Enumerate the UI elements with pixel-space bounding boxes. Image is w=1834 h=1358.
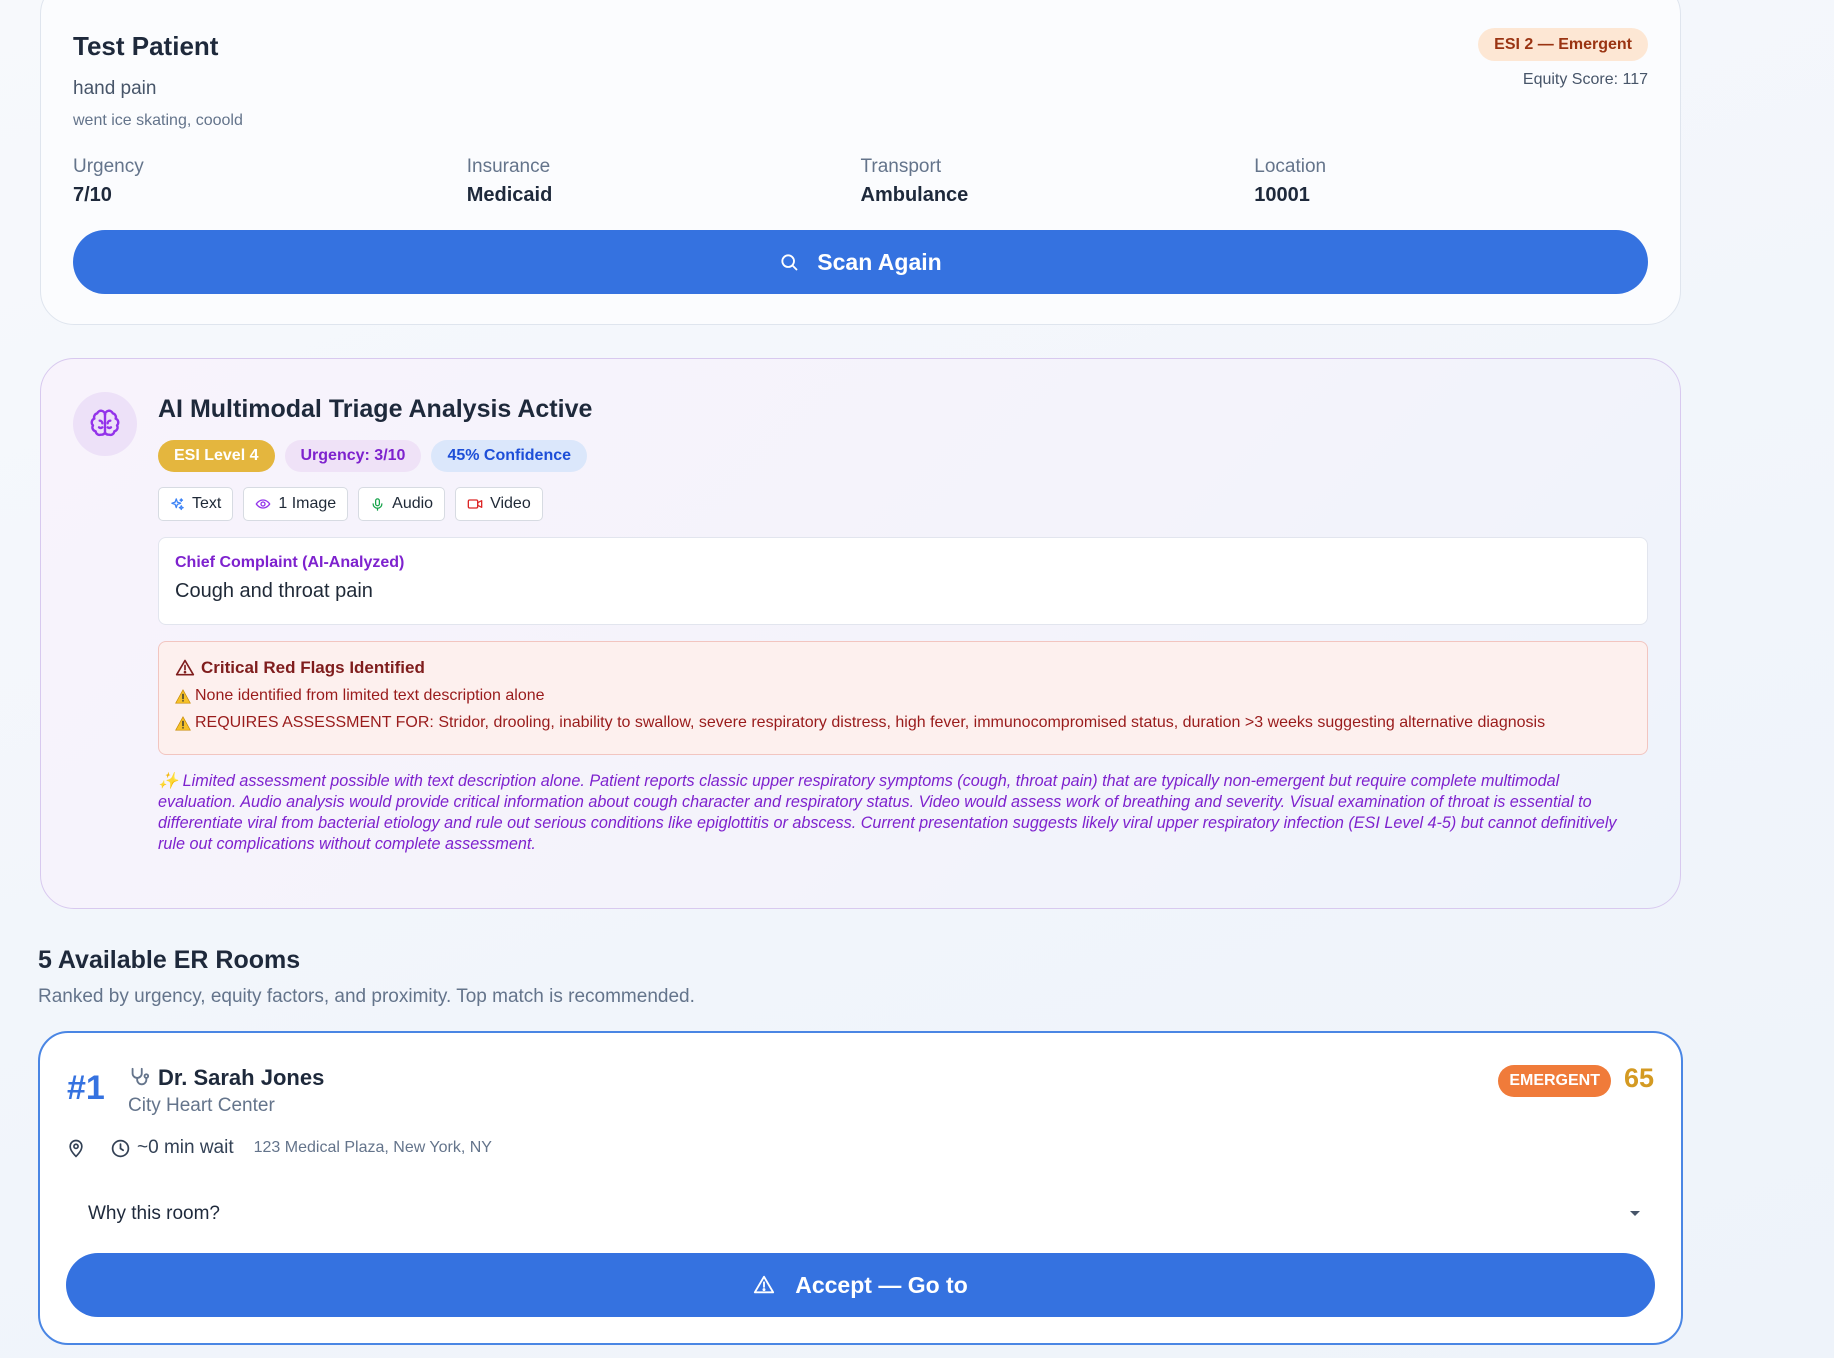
warning-emoji-icon (175, 715, 191, 731)
red-flag-text: REQUIRES ASSESSMENT FOR: Stridor, drooli… (195, 714, 1546, 731)
scan-again-button[interactable]: Scan Again (73, 230, 1648, 294)
eye-icon (255, 496, 271, 512)
page: Test Patient hand pain went ice skating,… (0, 0, 1834, 1358)
alert-triangle-icon (175, 658, 195, 678)
modality-chip-video[interactable]: Video (455, 487, 543, 521)
field-value: 7/10 (73, 184, 112, 206)
scan-again-label: Scan Again (817, 248, 942, 275)
chief-complaint-box: Chief Complaint (AI-Analyzed) Cough and … (158, 537, 1648, 625)
ai-title: AI Multimodal Triage Analysis Active (158, 395, 593, 423)
search-icon (779, 252, 799, 272)
chief-complaint-label: Chief Complaint (AI-Analyzed) (175, 554, 405, 571)
chevron-down-icon (1629, 1210, 1641, 1218)
accept-room-label: Accept — Go to (795, 1271, 968, 1298)
stethoscope-icon (128, 1066, 150, 1088)
field-label: Urgency (73, 156, 144, 177)
modality-chip-image[interactable]: 1 Image (243, 487, 349, 521)
ai-badges: ESI Level 4 Urgency: 3/10 45% Confidence (158, 440, 588, 472)
equity-score: Equity Score: 117 (1522, 71, 1648, 88)
modality-chip-audio[interactable]: Audio (358, 487, 446, 521)
room-doctor: Dr. Sarah Jones (158, 1065, 325, 1090)
room-center: City Heart Center (128, 1095, 275, 1116)
red-flags-title: Critical Red Flags Identified (201, 658, 425, 677)
accept-room-button[interactable]: Accept — Go to (66, 1253, 1655, 1317)
field-transport: Transport Ambulance (861, 156, 1255, 207)
patient-complaint: hand pain (73, 78, 157, 99)
field-label: Transport (860, 156, 942, 177)
room-wait: ~0 min wait (110, 1137, 234, 1159)
modality-label: 1 Image (278, 495, 337, 512)
field-location: Location 10001 (1254, 156, 1648, 207)
field-value: Ambulance (860, 184, 969, 206)
field-urgency: Urgency 7/10 (73, 156, 467, 207)
why-this-room-label: Why this room? (88, 1203, 220, 1224)
room-meta: ~0 min wait 123 Medical Plaza, New York,… (66, 1137, 492, 1159)
warning-emoji-icon (175, 688, 191, 704)
room-level-badge: EMERGENT (1498, 1065, 1611, 1097)
room-wait-text: ~0 min wait (137, 1137, 234, 1158)
mic-icon (370, 497, 385, 512)
clock-icon (110, 1138, 131, 1159)
video-icon (467, 496, 483, 512)
patient-note: went ice skating, cooold (73, 112, 243, 129)
patient-card: Test Patient hand pain went ice skating,… (40, 0, 1681, 325)
room-rank: #1 (67, 1069, 105, 1107)
patient-name: Test Patient (73, 31, 219, 61)
urgency-badge: Urgency: 3/10 (284, 440, 422, 472)
esi-level-badge: ESI Level 4 (158, 440, 275, 472)
alert-triangle-icon (753, 1274, 775, 1296)
modality-label: Audio (392, 495, 434, 512)
red-flag-text: None identified from limited text descri… (195, 687, 545, 704)
modality-label: Text (192, 495, 222, 512)
room-address: 123 Medical Plaza, New York, NY (253, 1139, 492, 1156)
rooms-title: 5 Available ER Rooms (38, 946, 301, 974)
red-flags-heading: Critical Red Flags Identified (175, 658, 1631, 678)
red-flags-box: Critical Red Flags Identified None ident… (158, 641, 1648, 755)
field-value: 10001 (1254, 184, 1310, 206)
field-label: Insurance (466, 156, 551, 177)
why-this-room-toggle[interactable]: Why this room? (88, 1193, 1641, 1235)
map-pin-icon (66, 1138, 86, 1158)
red-flag-item: REQUIRES ASSESSMENT FOR: Stridor, drooli… (175, 714, 1631, 732)
ai-summary: ✨ Limited assessment possible with text … (158, 772, 1617, 853)
modality-chips: Text 1 Image Audio Video (158, 487, 543, 521)
rooms-subtitle: Ranked by urgency, equity factors, and p… (38, 986, 695, 1007)
patient-fields: Urgency 7/10 Insurance Medicaid Transpor… (73, 156, 1648, 207)
modality-label: Video (490, 495, 531, 512)
sparkles-icon (170, 497, 185, 512)
ai-triage-card: AI Multimodal Triage Analysis Active ESI… (40, 358, 1681, 909)
esi-badge: ESI 2 — Emergent (1478, 28, 1648, 61)
chief-complaint-value: Cough and throat pain (175, 580, 373, 602)
room-score: 65 (1623, 1063, 1654, 1093)
room-card: #1 Dr. Sarah Jones City Heart Center EME… (38, 1031, 1683, 1345)
brain-icon (73, 392, 137, 456)
field-value: Medicaid (466, 184, 553, 206)
field-label: Location (1254, 156, 1327, 177)
modality-chip-text[interactable]: Text (158, 487, 234, 521)
confidence-badge: 45% Confidence (431, 440, 588, 472)
field-insurance: Insurance Medicaid (467, 156, 861, 207)
red-flag-item: None identified from limited text descri… (175, 687, 1631, 705)
